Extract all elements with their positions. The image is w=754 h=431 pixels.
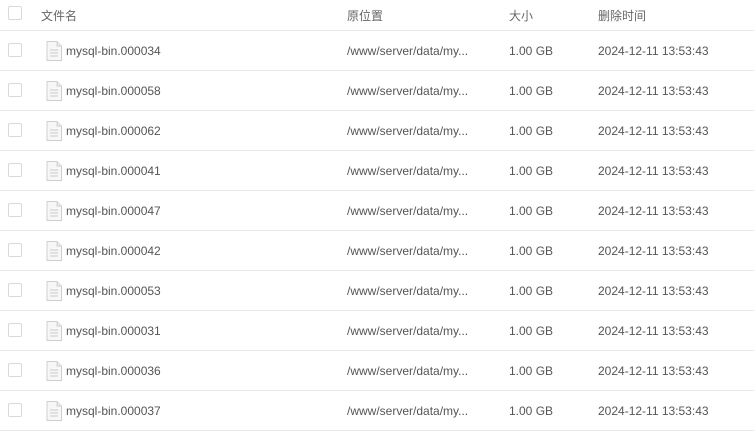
delete-time: 2024-12-11 13:53:43 [598, 204, 709, 218]
file-name[interactable]: mysql-bin.000037 [66, 404, 161, 418]
file-name[interactable]: mysql-bin.000034 [66, 44, 161, 58]
file-name[interactable]: mysql-bin.000036 [66, 364, 161, 378]
delete-time: 2024-12-11 13:53:43 [598, 364, 709, 378]
original-location: /www/server/data/my... [347, 84, 469, 98]
header-size[interactable]: 大小 [509, 7, 533, 24]
original-location: /www/server/data/my... [347, 284, 469, 298]
table-row[interactable]: mysql-bin.000062 /www/server/data/my... … [0, 111, 754, 151]
table-row[interactable]: mysql-bin.000036 /www/server/data/my... … [0, 351, 754, 391]
original-location: /www/server/data/my... [347, 204, 469, 218]
row-checkbox[interactable] [8, 43, 22, 57]
delete-time: 2024-12-11 13:53:43 [598, 164, 709, 178]
file-icon [46, 281, 62, 301]
table-row[interactable]: mysql-bin.000058 /www/server/data/my... … [0, 71, 754, 111]
recycle-bin-table: 文件名 原位置 大小 删除时间 mysql-bin.000034 /www/se… [0, 0, 754, 431]
file-icon [46, 361, 62, 381]
file-icon [46, 201, 62, 221]
delete-time: 2024-12-11 13:53:43 [598, 44, 709, 58]
original-location: /www/server/data/my... [347, 244, 469, 258]
file-name[interactable]: mysql-bin.000042 [66, 244, 161, 258]
original-location: /www/server/data/my... [347, 124, 469, 138]
file-name[interactable]: mysql-bin.000041 [66, 164, 161, 178]
delete-time: 2024-12-11 13:53:43 [598, 284, 709, 298]
row-checkbox[interactable] [8, 363, 22, 377]
file-icon [46, 81, 62, 101]
table-row[interactable]: mysql-bin.000047 /www/server/data/my... … [0, 191, 754, 231]
file-size: 1.00 GB [509, 324, 554, 338]
file-size: 1.00 GB [509, 364, 554, 378]
row-checkbox[interactable] [8, 323, 22, 337]
file-size: 1.00 GB [509, 404, 554, 418]
file-icon [46, 401, 62, 421]
table-row[interactable]: mysql-bin.000031 /www/server/data/my... … [0, 311, 754, 351]
file-name[interactable]: mysql-bin.000062 [66, 124, 161, 138]
file-size: 1.00 GB [509, 284, 554, 298]
file-size: 1.00 GB [509, 164, 554, 178]
original-location: /www/server/data/my... [347, 404, 469, 418]
file-size: 1.00 GB [509, 84, 554, 98]
row-checkbox[interactable] [8, 283, 22, 297]
original-location: /www/server/data/my... [347, 164, 469, 178]
delete-time: 2024-12-11 13:53:43 [598, 324, 709, 338]
row-checkbox[interactable] [8, 123, 22, 137]
file-icon [46, 41, 62, 61]
file-icon [46, 121, 62, 141]
row-checkbox[interactable] [8, 83, 22, 97]
header-file-name[interactable]: 文件名 [41, 7, 77, 24]
table-row[interactable]: mysql-bin.000034 /www/server/data/my... … [0, 31, 754, 71]
table-row[interactable]: mysql-bin.000042 /www/server/data/my... … [0, 231, 754, 271]
file-size: 1.00 GB [509, 124, 554, 138]
delete-time: 2024-12-11 13:53:43 [598, 84, 709, 98]
file-icon [46, 321, 62, 341]
header-original-location[interactable]: 原位置 [347, 7, 487, 24]
row-checkbox[interactable] [8, 243, 22, 257]
delete-time: 2024-12-11 13:53:43 [598, 244, 709, 258]
file-icon [46, 161, 62, 181]
select-all-checkbox[interactable] [8, 6, 22, 20]
original-location: /www/server/data/my... [347, 364, 469, 378]
delete-time: 2024-12-11 13:53:43 [598, 404, 709, 418]
delete-time: 2024-12-11 13:53:43 [598, 124, 709, 138]
file-name[interactable]: mysql-bin.000058 [66, 84, 161, 98]
original-location: /www/server/data/my... [347, 44, 469, 58]
table-row[interactable]: mysql-bin.000041 /www/server/data/my... … [0, 151, 754, 191]
row-checkbox[interactable] [8, 403, 22, 417]
file-icon [46, 241, 62, 261]
file-name[interactable]: mysql-bin.000053 [66, 284, 161, 298]
file-name[interactable]: mysql-bin.000047 [66, 204, 161, 218]
header-delete-time[interactable]: 删除时间 [598, 7, 646, 24]
file-size: 1.00 GB [509, 244, 554, 258]
table-row[interactable]: mysql-bin.000037 /www/server/data/my... … [0, 391, 754, 431]
row-checkbox[interactable] [8, 203, 22, 217]
table-row[interactable]: mysql-bin.000053 /www/server/data/my... … [0, 271, 754, 311]
file-name[interactable]: mysql-bin.000031 [66, 324, 161, 338]
table-header: 文件名 原位置 大小 删除时间 [0, 0, 754, 31]
original-location: /www/server/data/my... [347, 324, 469, 338]
row-checkbox[interactable] [8, 163, 22, 177]
file-size: 1.00 GB [509, 44, 554, 58]
file-size: 1.00 GB [509, 204, 554, 218]
